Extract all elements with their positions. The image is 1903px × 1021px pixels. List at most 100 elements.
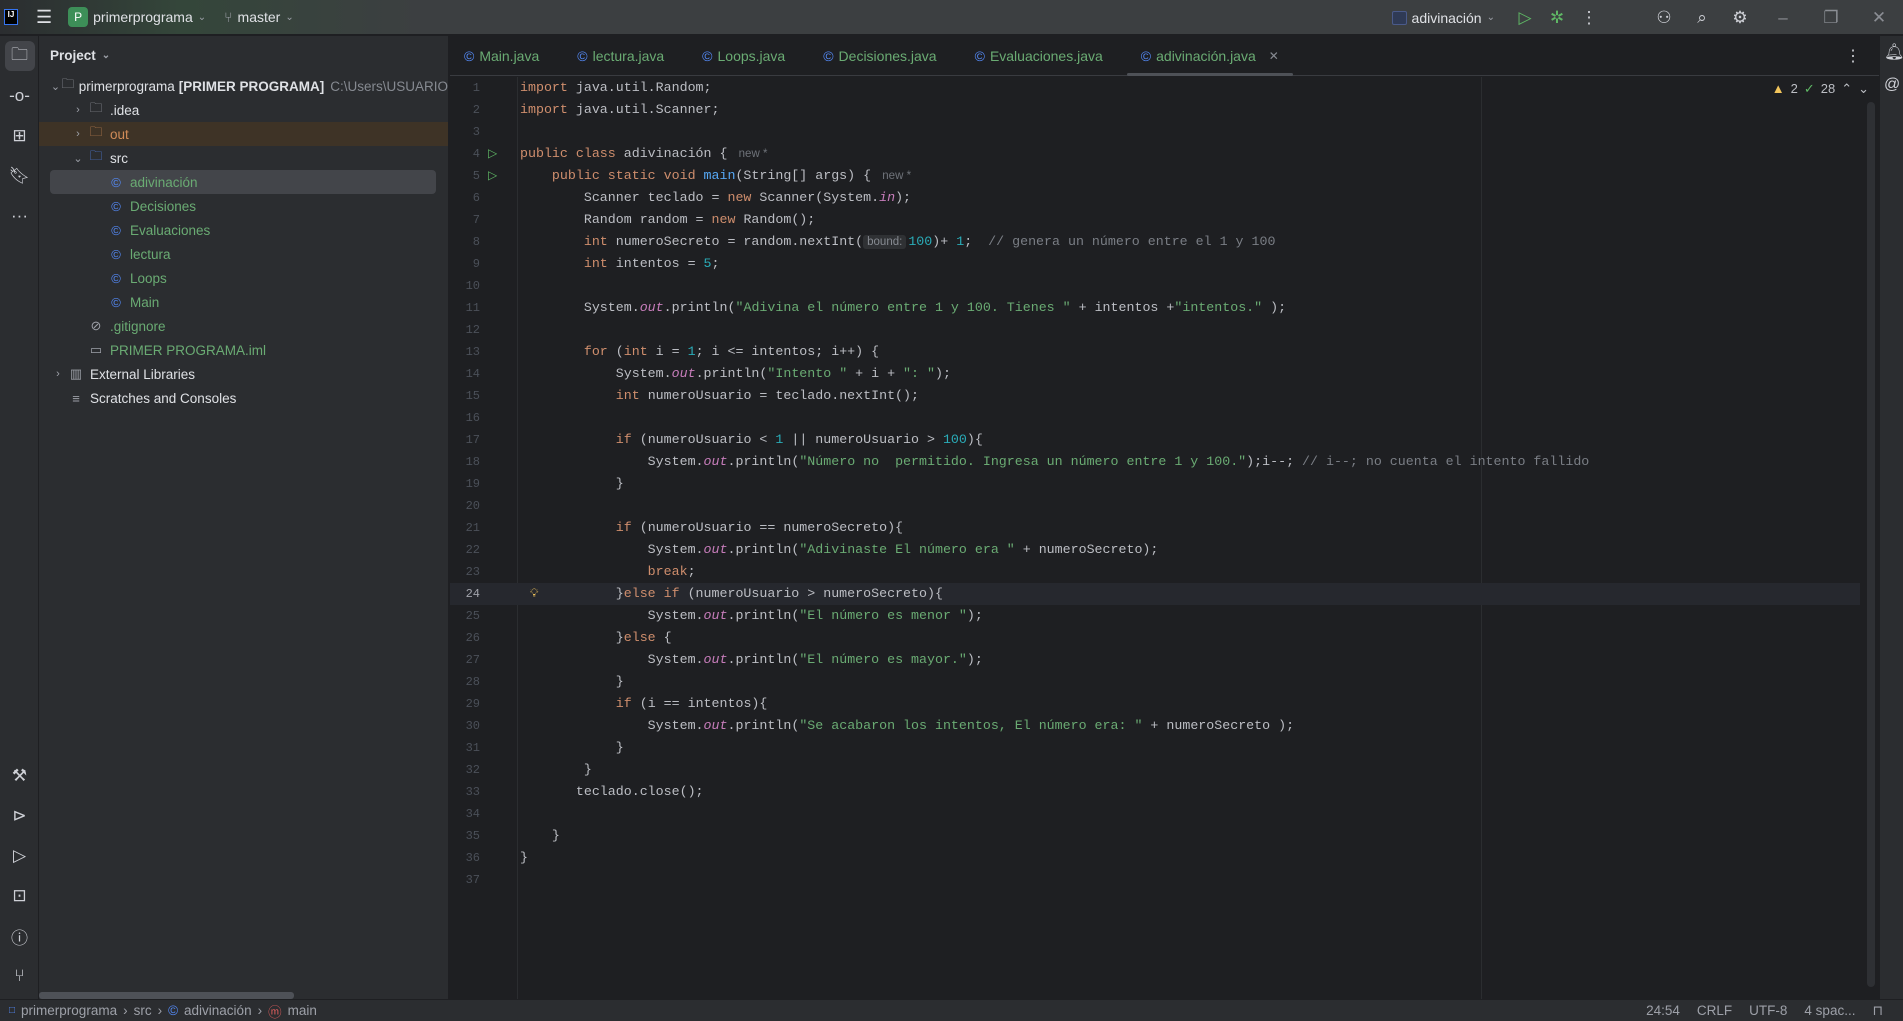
chevron-right-icon[interactable]: › xyxy=(70,104,86,116)
tree-item[interactable]: © lectura xyxy=(39,242,448,266)
chevron-right-icon[interactable]: › xyxy=(50,368,66,380)
code-editor[interactable]: 1 import java.util.Random; 2 import java.ut… xyxy=(450,77,1879,999)
services-tool-button[interactable]: ⊳ xyxy=(0,796,39,836)
code-line[interactable]: 12 xyxy=(450,319,1860,341)
code-line[interactable]: 1 import java.util.Random; xyxy=(450,77,1860,99)
more-tools-button[interactable]: ··· xyxy=(0,196,39,236)
code-line[interactable]: 3 xyxy=(450,121,1860,143)
run-gutter-icon[interactable]: ▷ xyxy=(488,143,497,165)
next-highlight-icon[interactable]: ⌄ xyxy=(1858,81,1869,97)
run-tool-button[interactable]: ▷ xyxy=(0,836,39,876)
code-line[interactable]: 32 } xyxy=(450,759,1860,781)
breadcrumb-method[interactable]: main xyxy=(288,1003,317,1018)
code-line[interactable]: 8 int numeroSecreto = random.nextInt(bou… xyxy=(450,231,1860,253)
tab-lectura-java[interactable]: © lectura.java xyxy=(563,36,678,76)
debug-icon[interactable]: ✲ xyxy=(1541,8,1573,28)
more-icon[interactable]: ⋮ xyxy=(1573,8,1605,28)
breadcrumb-src[interactable]: src xyxy=(134,1003,152,1018)
tree-item[interactable]: › 🗀 out xyxy=(39,122,448,146)
chevron-down-icon[interactable]: ⌄ xyxy=(50,80,61,93)
code-line[interactable]: 29 if (i == intentos){ xyxy=(450,693,1860,715)
tree-item[interactable]: © Evaluaciones xyxy=(39,218,448,242)
tree-item[interactable]: © Loops xyxy=(39,266,448,290)
structure-tool-button[interactable]: ⊞ xyxy=(0,116,39,156)
tree-item[interactable]: ▭ PRIMER PROGRAMA.iml xyxy=(39,338,448,362)
tree-item[interactable]: © adivinación xyxy=(50,170,436,194)
tab-evaluaciones-java[interactable]: © Evaluaciones.java xyxy=(961,36,1117,76)
caret-position[interactable]: 24:54 xyxy=(1646,1003,1680,1019)
code-line[interactable]: 24 💡︎ }else if (numeroUsuario > numeroSec… xyxy=(450,583,1860,605)
inspection-widget[interactable]: ▲ 2 ✓ 28 ⌃ ⌄ xyxy=(1772,81,1869,97)
previous-highlight-icon[interactable]: ⌃ xyxy=(1841,81,1852,97)
tabs-more-icon[interactable]: ⋮ xyxy=(1845,46,1861,66)
run-config-selector[interactable]: adivinación ⌄ xyxy=(1391,10,1495,26)
add-user-icon[interactable]: ⚇ xyxy=(1645,8,1683,28)
code-line[interactable]: 37 xyxy=(450,869,1860,891)
commit-tool-button[interactable]: -o- xyxy=(0,76,39,116)
bookmarks-tool-button[interactable]: 🔖︎ xyxy=(0,156,39,196)
chevron-down-icon[interactable]: ⌄ xyxy=(70,152,86,165)
code-line[interactable]: 5 ▷ public static void main(String[] args… xyxy=(450,165,1860,187)
code-line[interactable]: 13 for (int i = 1; i <= intentos; i++) { xyxy=(450,341,1860,363)
breadcrumb-project[interactable]: primerprograma xyxy=(21,1003,117,1018)
ai-assistant-icon[interactable]: @ xyxy=(1884,76,1903,94)
tree-item[interactable]: © Decisiones xyxy=(39,194,448,218)
main-menu-button[interactable]: ☰ xyxy=(36,7,52,28)
minimize-button[interactable]: – xyxy=(1759,8,1807,28)
encoding[interactable]: UTF-8 xyxy=(1749,1003,1787,1019)
git-tool-button[interactable]: ⑂ xyxy=(0,956,39,996)
code-line[interactable]: 31 } xyxy=(450,737,1860,759)
project-selector[interactable]: P primerprograma ⌄ xyxy=(68,7,206,27)
code-line[interactable]: 20 xyxy=(450,495,1860,517)
code-line[interactable]: 6 Scanner teclado = new Scanner(System.i… xyxy=(450,187,1860,209)
indent[interactable]: 4 spac... xyxy=(1804,1003,1855,1019)
problems-tool-button[interactable]: ⓘ xyxy=(0,916,39,956)
code-line[interactable]: 36} xyxy=(450,847,1860,869)
code-line[interactable]: 35 } xyxy=(450,825,1860,847)
run-gutter-icon[interactable]: ▷ xyxy=(488,165,497,187)
terminal-tool-button[interactable]: ⊡ xyxy=(0,876,39,916)
project-panel-header[interactable]: Project ⌄ xyxy=(39,36,448,74)
tree-item[interactable]: ⊘ .gitignore xyxy=(39,314,448,338)
search-icon[interactable]: ⌕ xyxy=(1683,8,1721,28)
close-tab-icon[interactable]: ✕ xyxy=(1269,49,1279,63)
lock-icon[interactable]: ⊓ xyxy=(1872,1003,1883,1019)
restore-button[interactable]: ❐ xyxy=(1807,8,1855,28)
code-line[interactable]: 21 if (numeroUsuario == numeroSecreto){ xyxy=(450,517,1860,539)
project-tool-button[interactable]: 🗀 xyxy=(0,36,39,76)
code-line[interactable]: 28 } xyxy=(450,671,1860,693)
code-line[interactable]: 10 xyxy=(450,275,1860,297)
build-tool-button[interactable]: ⚒ xyxy=(0,756,39,796)
code-line[interactable]: 16 xyxy=(450,407,1860,429)
tab-main-java[interactable]: © Main.java xyxy=(450,36,553,76)
branch-selector[interactable]: ⑂ master ⌄ xyxy=(224,9,294,25)
code-line[interactable]: 18 System.out.println("Número no permiti… xyxy=(450,451,1860,473)
close-window-button[interactable]: ✕ xyxy=(1855,8,1903,28)
tab-adivinaci-n-java[interactable]: © adivinación.java ✕ xyxy=(1126,36,1293,76)
tree-item[interactable]: › 🗀 .idea xyxy=(39,98,448,122)
line-ending[interactable]: CRLF xyxy=(1697,1003,1732,1019)
code-line[interactable]: 14 System.out.println("Intento " + i + "… xyxy=(450,363,1860,385)
run-icon[interactable]: ▷ xyxy=(1509,8,1541,28)
code-line[interactable]: 19 } xyxy=(450,473,1860,495)
settings-icon[interactable]: ⚙ xyxy=(1721,8,1759,28)
tree-item[interactable]: © Main xyxy=(39,290,448,314)
tree-item[interactable]: ≡ Scratches and Consoles xyxy=(39,386,448,410)
code-line[interactable]: 17 if (numeroUsuario < 1 || numeroUsuari… xyxy=(450,429,1860,451)
chevron-right-icon[interactable]: › xyxy=(70,128,86,140)
code-line[interactable]: 26 }else { xyxy=(450,627,1860,649)
code-line[interactable]: 27 System.out.println("El número es mayo… xyxy=(450,649,1860,671)
code-line[interactable]: 7 Random random = new Random(); xyxy=(450,209,1860,231)
code-line[interactable]: 33 teclado.close(); xyxy=(450,781,1860,803)
vertical-scrollbar[interactable] xyxy=(1867,102,1875,987)
code-line[interactable]: 34 xyxy=(450,803,1860,825)
tree-item[interactable]: ⌄ 🗀 src xyxy=(39,146,448,170)
code-line[interactable]: 15 int numeroUsuario = teclado.nextInt()… xyxy=(450,385,1860,407)
code-line[interactable]: 23 break; xyxy=(450,561,1860,583)
code-line[interactable]: 11 System.out.println("Adivina el número… xyxy=(450,297,1860,319)
horizontal-scrollbar[interactable] xyxy=(39,992,294,999)
notifications-icon[interactable]: 🔔︎ xyxy=(1884,42,1903,62)
breadcrumb-class[interactable]: adivinación xyxy=(184,1003,252,1018)
code-line[interactable]: 2 import java.util.Scanner; xyxy=(450,99,1860,121)
tree-item[interactable]: › ▥ External Libraries xyxy=(39,362,448,386)
